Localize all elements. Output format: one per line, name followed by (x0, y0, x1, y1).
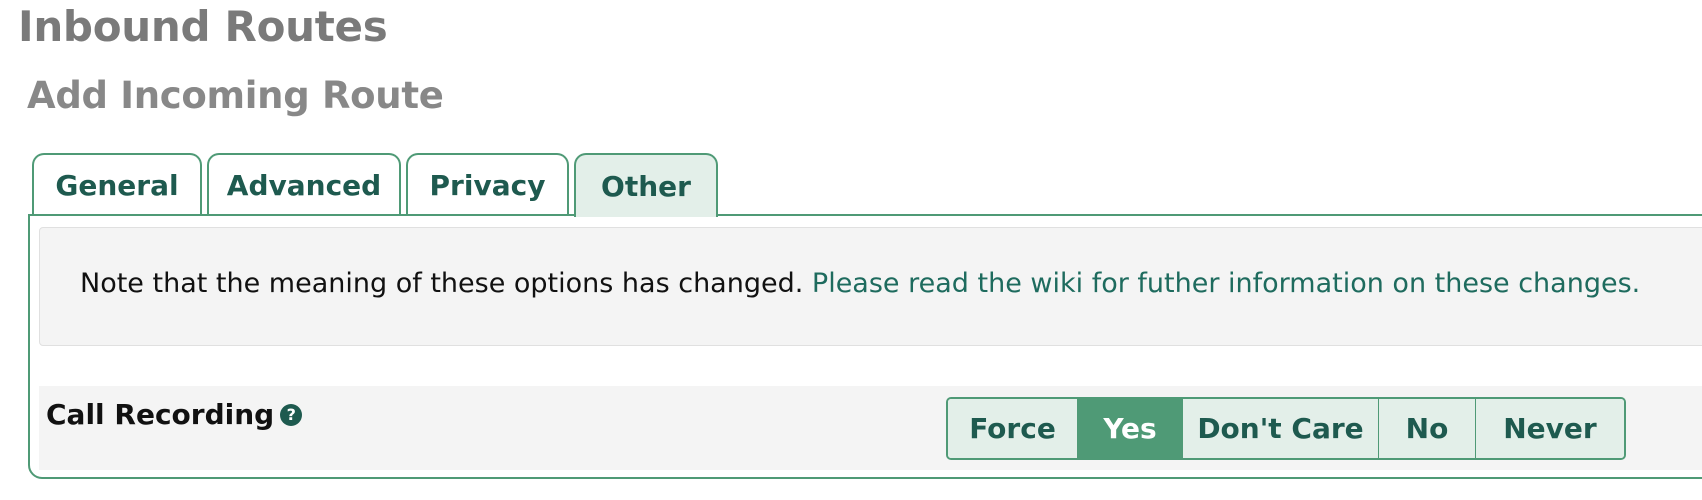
tab-general[interactable]: General (32, 153, 202, 215)
section-title: Add Incoming Route (27, 74, 444, 117)
tab-advanced[interactable]: Advanced (207, 153, 401, 215)
option-no-button[interactable]: No (1379, 399, 1476, 458)
option-yes-button[interactable]: Yes (1078, 399, 1183, 458)
page-title: Inbound Routes (18, 2, 388, 51)
note-message: Note that the meaning of these options h… (80, 268, 804, 299)
call-recording-label-wrap: Call Recording ? (46, 398, 303, 431)
tab-other[interactable]: Other (574, 153, 718, 217)
tab-privacy[interactable]: Privacy (406, 153, 569, 215)
option-never-button[interactable]: Never (1476, 399, 1624, 458)
question-circle-icon[interactable]: ? (280, 403, 303, 426)
call-recording-label: Call Recording (46, 398, 275, 431)
option-force-button[interactable]: Force (948, 399, 1078, 458)
info-note-text: Note that the meaning of these options h… (80, 268, 1640, 299)
option-dont-care-button[interactable]: Don't Care (1183, 399, 1379, 458)
wiki-link[interactable]: Please read the wiki for futher informat… (812, 268, 1640, 299)
call-recording-toggle-group: Force Yes Don't Care No Never (946, 397, 1626, 460)
